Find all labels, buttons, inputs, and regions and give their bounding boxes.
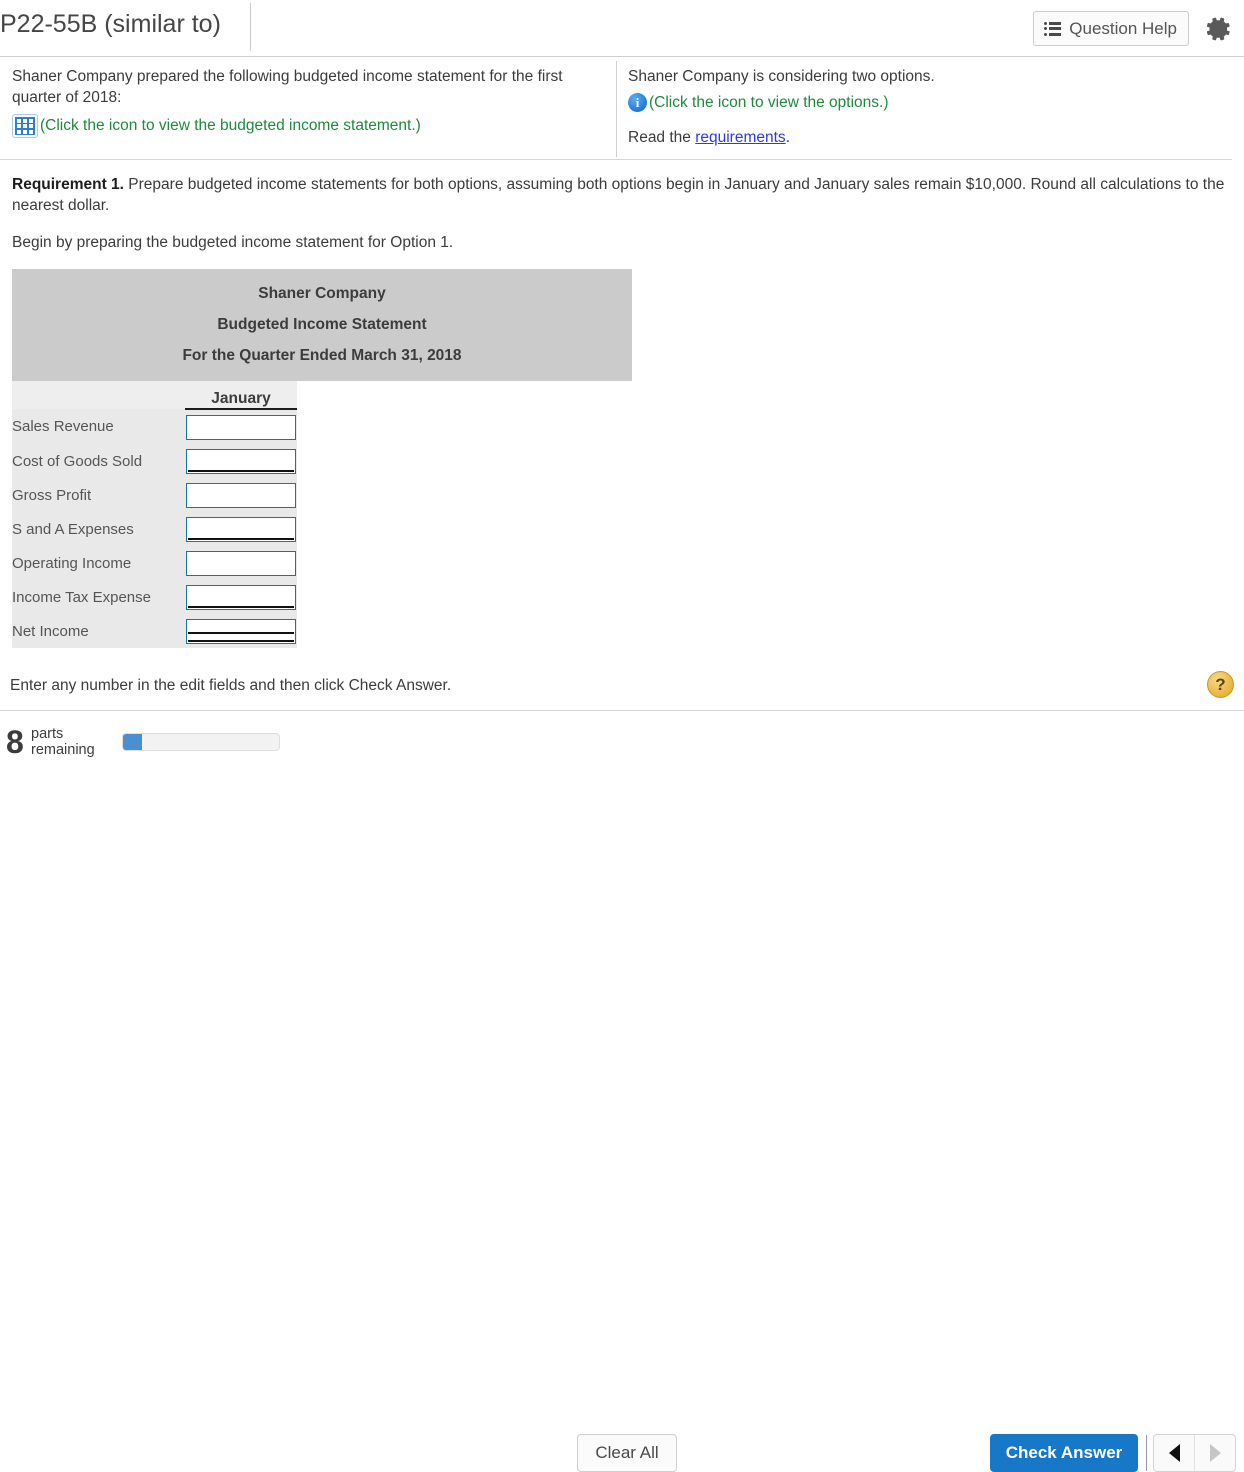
row-value-cell [185, 614, 297, 648]
statement-title-line1: Shaner Company [258, 285, 386, 302]
page-title: P22-55B (similar to) [0, 10, 221, 38]
read-requirements-row: Read the requirements. [628, 127, 1218, 148]
previous-part-button[interactable] [1154, 1435, 1194, 1471]
triangle-left-icon [1168, 1444, 1180, 1462]
problem-left-intro: Shaner Company prepared the following bu… [12, 68, 563, 106]
progress-bar-fill [123, 734, 142, 750]
problem-left-panel: Shaner Company prepared the following bu… [12, 66, 607, 138]
parts-label-line1: parts [31, 726, 64, 742]
table-grid-icon[interactable] [12, 114, 38, 138]
income-tax-expense-input[interactable] [186, 584, 296, 610]
s-and-a-expenses-input[interactable] [186, 516, 296, 542]
requirements-link[interactable]: requirements [695, 129, 785, 146]
table-row: Sales Revenue [12, 409, 297, 444]
read-prefix: Read the [628, 129, 696, 146]
row-value-cell [185, 478, 297, 512]
gear-icon [1206, 17, 1230, 41]
statement-title-line2: Budgeted Income Statement [217, 316, 427, 333]
top-bar: P22-55B (similar to) Question Help [0, 0, 1244, 57]
operating-income-input[interactable] [186, 550, 296, 576]
header-blank-cell [12, 381, 185, 409]
problem-right-intro: Shaner Company is considering two option… [628, 68, 935, 85]
question-help-label: Question Help [1069, 18, 1177, 38]
input-wrapper [186, 618, 296, 644]
read-suffix: . [785, 129, 790, 146]
parts-label-line2: remaining [31, 742, 95, 758]
requirement-label: Requirement 1. [12, 176, 124, 193]
requirement-paragraph: Requirement 1. Prepare budgeted income s… [12, 174, 1232, 216]
input-wrapper [186, 584, 296, 610]
problem-right-panel: Shaner Company is considering two option… [628, 66, 1218, 148]
info-icon[interactable]: i [628, 93, 647, 112]
sales-revenue-input[interactable] [186, 414, 296, 440]
input-wrapper [186, 482, 296, 508]
row-label: Income Tax Expense [12, 580, 185, 614]
triangle-right-icon [1209, 1444, 1221, 1462]
title-divider [250, 3, 251, 51]
row-value-cell [185, 580, 297, 614]
gross-profit-input[interactable] [186, 482, 296, 508]
options-link[interactable]: (Click the icon to view the options.) [649, 94, 889, 112]
table-row: Net Income [12, 614, 297, 648]
check-answer-button[interactable]: Check Answer [990, 1434, 1138, 1472]
table-row: Operating Income [12, 546, 297, 580]
row-value-cell [185, 546, 297, 580]
budgeted-statement-link[interactable]: (Click the icon to view the budgeted inc… [40, 117, 421, 135]
options-link-row: i (Click the icon to view the options.) [628, 93, 1218, 112]
requirement-subtext: Begin by preparing the budgeted income s… [12, 234, 454, 251]
input-wrapper [186, 550, 296, 576]
table-row: S and A Expenses [12, 512, 297, 546]
progress-bar [122, 733, 280, 751]
input-wrapper [186, 516, 296, 542]
hint-bar: Enter any number in the edit fields and … [0, 668, 1244, 711]
next-part-button [1194, 1435, 1235, 1471]
row-value-cell [185, 444, 297, 478]
row-label: Cost of Goods Sold [12, 444, 185, 478]
budgeted-income-statement-table: Shaner Company Budgeted Income Statement… [12, 269, 632, 648]
statement-title-block: Shaner Company Budgeted Income Statement… [12, 269, 632, 381]
table-row: Income Tax Expense [12, 580, 297, 614]
list-icon [1044, 21, 1062, 36]
nav-separator [1146, 1435, 1147, 1471]
clear-all-button[interactable]: Clear All [577, 1434, 677, 1472]
table-row: Gross Profit [12, 478, 297, 512]
requirement-block: Requirement 1. Prepare budgeted income s… [12, 174, 1232, 252]
hint-text: Enter any number in the edit fields and … [10, 677, 452, 694]
nav-button-group [1153, 1434, 1236, 1472]
budgeted-statement-link-row: (Click the icon to view the budgeted inc… [12, 114, 607, 138]
row-value-cell [185, 512, 297, 546]
row-label: Net Income [12, 614, 185, 648]
row-value-cell [185, 409, 297, 444]
question-help-button[interactable]: Question Help [1033, 11, 1189, 46]
row-label: S and A Expenses [12, 512, 185, 546]
problem-panel-divider [616, 61, 617, 157]
net-income-input[interactable] [186, 618, 296, 644]
settings-button[interactable] [1202, 13, 1234, 45]
problem-statement: Shaner Company prepared the following bu… [0, 57, 1232, 160]
row-label: Operating Income [12, 546, 185, 580]
row-label: Gross Profit [12, 478, 185, 512]
help-badge-button[interactable]: ? [1207, 671, 1234, 698]
input-wrapper [186, 448, 296, 474]
statement-header-row: January [12, 381, 297, 410]
column-header-january: January [185, 381, 297, 410]
cost-of-goods-sold-input[interactable] [186, 448, 296, 474]
statement-title-line3: For the Quarter Ended March 31, 2018 [182, 347, 462, 364]
row-label: Sales Revenue [12, 409, 185, 444]
parts-remaining-label: parts remaining [31, 726, 95, 758]
parts-remaining-count: 8 [6, 724, 24, 760]
table-row: Cost of Goods Sold [12, 444, 297, 478]
requirement-body: Prepare budgeted income statements for b… [12, 176, 1225, 214]
statement-grid: January Sales Revenue Cost of Goods Sold… [12, 381, 297, 648]
input-wrapper [186, 414, 296, 440]
